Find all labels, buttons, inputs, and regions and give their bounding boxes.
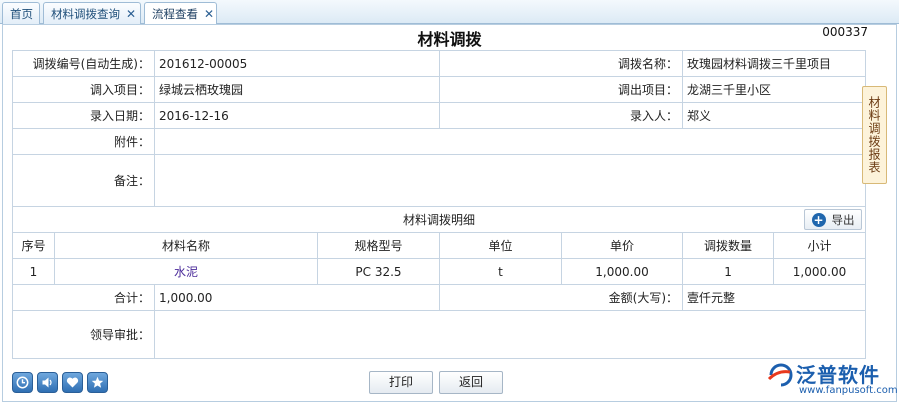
date-value: 2016-12-16 [154,102,440,129]
detail-header: 材料调拨明细 + 导出 [11,206,867,233]
code-value: 201612-00005 [154,50,440,77]
transfer-form: 调拨编号(自动生成)： 201612-00005 调拨名称： 玫瑰园材料调拨三千… [11,50,867,359]
clock-icon[interactable] [12,372,33,393]
in-project-value: 绿城云栖玫瑰园 [154,76,440,103]
tab-label: 材料调拨查询 [51,6,120,21]
close-icon[interactable]: ✕ [126,7,136,21]
column-header: 材料名称 [54,232,318,259]
column-header: 单位 [439,232,562,259]
row-spec: PC 32.5 [317,258,440,285]
document-number: 000337 [822,25,868,39]
out-project-value: 龙湖三千里小区 [682,76,867,103]
approval-field[interactable] [153,310,867,359]
tab-home[interactable]: 首页 [2,2,40,24]
column-header: 单价 [560,232,684,259]
heart-icon[interactable] [62,372,83,393]
amount-cn-label: 金额(大写)： [438,284,684,311]
tab-bar: 首页 材料调拨查询 ✕ 流程查看 ✕ [0,0,899,25]
row-subtotal: 1,000.00 [773,258,867,285]
attachment-field[interactable] [153,128,867,155]
row-unit: t [439,258,562,285]
export-label: 导出 [831,212,855,227]
column-header: 规格型号 [317,232,440,259]
side-report-tab[interactable]: 材料调拨报表 [862,86,887,184]
logo-url: www.fanpusoft.com [799,385,898,396]
row-no: 1 [12,258,55,285]
brand-logo: 泛普软件 www.fanpusoft.com [766,358,898,400]
column-header: 小计 [773,232,867,259]
table-row: 1 水泥 PC 32.5 t 1,000.00 1 1,000.00 [12,258,867,285]
in-project-label: 调入项目： [12,76,155,103]
export-button[interactable]: + 导出 [804,209,863,230]
remark-field[interactable] [153,154,867,207]
row-qty: 1 [682,258,775,285]
logo-icon [767,363,793,387]
logo-name: 泛普软件 [796,363,880,387]
total-label: 合计： [12,284,155,311]
bottom-toolbar [12,372,108,393]
name-value: 玫瑰园材料调拨三千里项目 [682,50,867,77]
column-header: 调拨数量 [682,232,775,259]
print-button[interactable]: 打印 [369,371,433,394]
close-icon[interactable]: ✕ [204,7,214,21]
name-label: 调拨名称： [438,50,684,77]
page-title: 材料调拨 [417,30,482,49]
back-button[interactable]: 返回 [439,371,503,394]
column-header: 序号 [12,232,55,259]
tab-process-view[interactable]: 流程查看 ✕ [144,2,217,25]
remark-label: 备注： [12,154,155,207]
detail-column-headers: 序号 材料名称 规格型号 单位 单价 调拨数量 小计 [12,232,867,259]
tab-label: 流程查看 [152,7,198,21]
detail-title: 材料调拨明细 [403,213,476,227]
entered-by-label: 录入人： [438,102,684,129]
tab-material-transfer-query[interactable]: 材料调拨查询 ✕ [43,2,141,24]
plus-icon: + [811,212,826,227]
approval-label: 领导审批： [12,310,155,359]
total-value: 1,000.00 [154,284,440,311]
out-project-label: 调出项目： [438,76,684,103]
code-label: 调拨编号(自动生成)： [12,50,155,77]
date-label: 录入日期： [12,102,155,129]
material-name-link[interactable]: 水泥 [54,258,318,285]
attachment-label: 附件： [12,128,155,155]
entered-by-value: 郑义 [682,102,867,129]
star-icon[interactable] [87,372,108,393]
row-price: 1,000.00 [560,258,684,285]
speaker-icon[interactable] [37,372,58,393]
tab-label: 首页 [10,6,33,21]
amount-cn-value: 壹仟元整 [682,284,867,311]
